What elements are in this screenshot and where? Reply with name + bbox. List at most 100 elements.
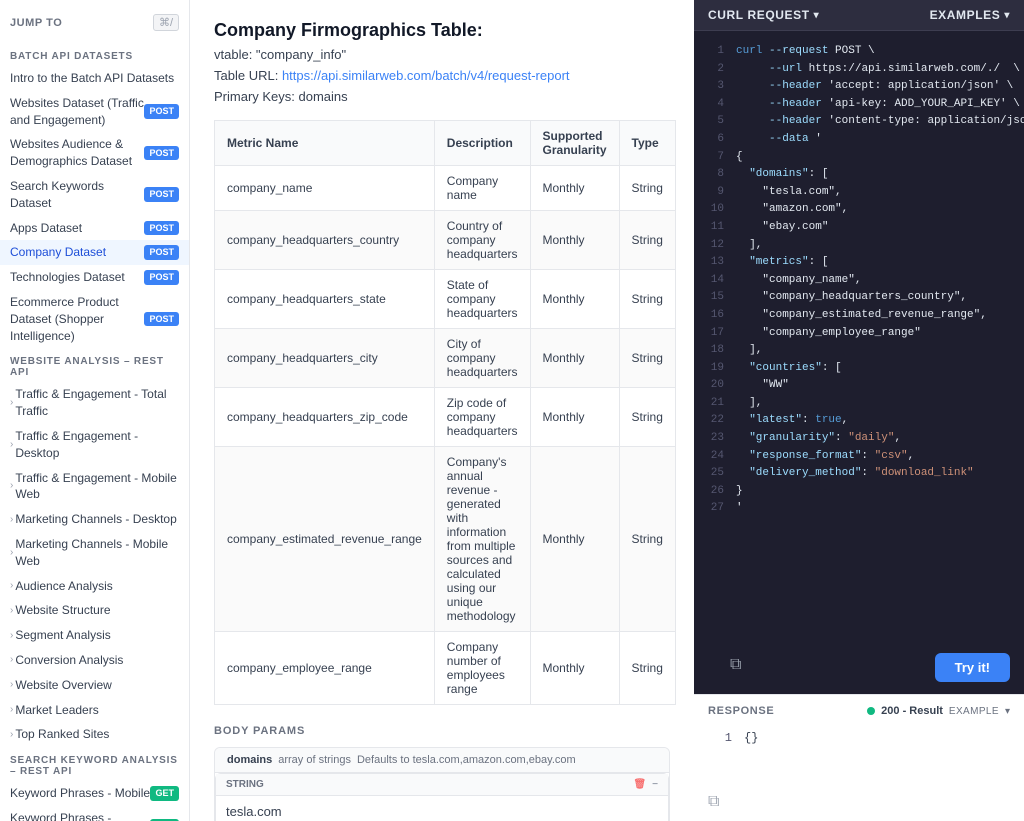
sidebar-arrow-icon: › [10, 728, 13, 742]
line-num-9: 10 [708, 201, 724, 219]
response-panel: RESPONSE 200 - Result EXAMPLE ▾ 1 {} ⧉ [694, 694, 1024, 821]
code-line-26: 27' [708, 500, 1010, 518]
code-line-5: 6 --data ' [708, 131, 1010, 149]
sidebar-item-0-7[interactable]: Ecommerce Product Dataset (Shopper Intel… [0, 290, 189, 348]
table-row: company_estimated_revenue_rangeCompany's… [215, 447, 676, 632]
sidebar-item-label-0-2: Websites Audience & Demographics Dataset [10, 136, 144, 170]
table-cell-6-1: Company number of employees range [434, 632, 530, 705]
string-section-0: STRING🗑− [215, 773, 669, 821]
sidebar-item-0-3[interactable]: Search Keywords DatasetPOST [0, 174, 189, 216]
sidebar-badge-0-4: POST [144, 221, 179, 236]
sidebar-arrow-icon: › [10, 513, 13, 527]
table-cell-0-1: Company name [434, 166, 530, 211]
code-text-0: curl --request POST \ [736, 43, 1010, 61]
sidebar-item-1-6[interactable]: › Website Structure [0, 598, 189, 623]
sidebar-item-0-0[interactable]: Intro to the Batch API Datasets [0, 66, 189, 91]
sidebar-arrow-icon: › [10, 438, 13, 452]
code-text-25: } [736, 483, 1010, 501]
sidebar-badge-0-2: POST [144, 146, 179, 161]
sidebar-arrow-icon: › [10, 579, 13, 593]
code-text-4: --header 'content-type: application/json… [736, 113, 1024, 131]
code-line-13: 14 "company_name", [708, 272, 1010, 290]
line-num-5: 6 [708, 131, 724, 149]
code-line-17: 18 ], [708, 342, 1010, 360]
sidebar-item-1-11[interactable]: › Top Ranked Sites [0, 722, 189, 747]
response-chevron-icon: ▾ [1005, 706, 1010, 717]
string-input-0[interactable] [226, 804, 658, 819]
line-num-13: 14 [708, 272, 724, 290]
examples-button[interactable]: EXAMPLES ▾ [930, 8, 1010, 22]
sidebar-item-0-6[interactable]: Technologies DatasetPOST [0, 265, 189, 290]
sidebar-item-label-0-1: Websites Dataset (Traffic and Engagement… [10, 95, 144, 129]
sidebar-sections: BATCH API DATASETSIntro to the Batch API… [0, 43, 189, 821]
table-cell-6-3: String [619, 632, 675, 705]
copy-code-button[interactable]: ⧉ [722, 652, 749, 678]
sidebar-arrow-icon: › [10, 479, 13, 493]
table-head: Metric NameDescriptionSupported Granular… [215, 121, 676, 166]
right-panel: CURL REQUEST ▾ EXAMPLES ▾ 1curl --reques… [694, 0, 1024, 821]
sidebar-item-label-0-7: Ecommerce Product Dataset (Shopper Intel… [10, 294, 144, 344]
trash-icon[interactable]: 🗑 [633, 779, 646, 790]
try-it-button[interactable]: Try it! [935, 653, 1010, 682]
sidebar-item-1-3[interactable]: › Marketing Channels - Desktop [0, 507, 189, 532]
table-row: company_headquarters_cityCity of company… [215, 329, 676, 388]
sidebar-item-1-0[interactable]: › Traffic & Engagement - Total Traffic [0, 382, 189, 424]
table-url-link[interactable]: https://api.similarweb.com/batch/v4/requ… [282, 68, 570, 83]
sidebar-item-label-1-5: Audience Analysis [15, 578, 179, 595]
sidebar-section-header-2: SEARCH KEYWORD ANALYSIS – REST API [0, 747, 189, 781]
table-url-row: Table URL: https://api.similarweb.com/ba… [214, 68, 670, 83]
table-cell-1-2: Monthly [530, 211, 619, 270]
sidebar-item-1-7[interactable]: › Segment Analysis [0, 623, 189, 648]
minus-icon[interactable]: − [652, 779, 658, 790]
domains-param-section: domains array of strings Defaults to tes… [214, 747, 670, 821]
sidebar-item-1-2[interactable]: › Traffic & Engagement - Mobile Web [0, 466, 189, 508]
line-num-10: 11 [708, 219, 724, 237]
code-line-23: 24 "response_format": "csv", [708, 448, 1010, 466]
table-cell-0-2: Monthly [530, 166, 619, 211]
sidebar-section-header-1: WEBSITE ANALYSIS – REST API [0, 348, 189, 382]
code-line-11: 12 ], [708, 237, 1010, 255]
jump-to-bar: JUMP TO ⌘/ [0, 10, 189, 35]
response-copy-button[interactable]: ⧉ [708, 793, 719, 811]
table-cell-2-1: State of company headquarters [434, 270, 530, 329]
sidebar-badge-0-7: POST [144, 312, 179, 327]
table-cell-3-0: company_headquarters_city [215, 329, 435, 388]
sidebar-item-1-9[interactable]: › Website Overview [0, 673, 189, 698]
code-line-24: 25 "delivery_method": "download_link" [708, 465, 1010, 483]
code-line-19: 20 "WW" [708, 377, 1010, 395]
sidebar-item-2-0[interactable]: Keyword Phrases - MobileGET [0, 781, 189, 806]
sidebar-item-0-2[interactable]: Websites Audience & Demographics Dataset… [0, 132, 189, 174]
code-line-2: 3 --header 'accept: application/json' \ [708, 78, 1010, 96]
line-num-11: 12 [708, 237, 724, 255]
sidebar-item-0-1[interactable]: Websites Dataset (Traffic and Engagement… [0, 91, 189, 133]
sidebar-item-1-1[interactable]: › Traffic & Engagement - Desktop [0, 424, 189, 466]
code-text-6: { [736, 149, 1010, 167]
table-row: company_headquarters_countryCountry of c… [215, 211, 676, 270]
example-tag: EXAMPLE [949, 706, 999, 717]
jump-to-label: JUMP TO [10, 17, 62, 29]
sidebar-item-0-4[interactable]: Apps DatasetPOST [0, 216, 189, 241]
sidebar-item-1-8[interactable]: › Conversion Analysis [0, 648, 189, 673]
sidebar-item-label-1-4: Marketing Channels - Mobile Web [15, 536, 179, 570]
sidebar-item-label-1-1: Traffic & Engagement - Desktop [15, 428, 179, 462]
sidebar-item-0-5[interactable]: Company DatasetPOST [0, 240, 189, 265]
sidebar-item-2-1[interactable]: Keyword Phrases - DesktopGET [0, 806, 189, 821]
sidebar-badge-2-0: GET [150, 786, 179, 801]
sidebar-arrow-icon: › [10, 396, 13, 410]
sidebar-item-label-0-5: Company Dataset [10, 244, 144, 261]
status-code: 200 - Result [881, 705, 943, 717]
sidebar-item-1-5[interactable]: › Audience Analysis [0, 574, 189, 599]
response-status: 200 - Result EXAMPLE ▾ [867, 705, 1010, 717]
firmographics-table: Metric NameDescriptionSupported Granular… [214, 120, 676, 705]
jump-to-kbd: ⌘/ [153, 14, 179, 31]
page-title: Company Firmographics Table: [214, 20, 670, 41]
line-num-6: 7 [708, 149, 724, 167]
sidebar-item-1-4[interactable]: › Marketing Channels - Mobile Web [0, 532, 189, 574]
code-text-24: "delivery_method": "download_link" [736, 465, 1010, 483]
code-line-21: 22 "latest": true, [708, 412, 1010, 430]
code-text-11: ], [736, 237, 1010, 255]
table-cell-4-3: String [619, 388, 675, 447]
code-text-22: "granularity": "daily", [736, 430, 1010, 448]
table-cell-2-0: company_headquarters_state [215, 270, 435, 329]
sidebar-item-1-10[interactable]: › Market Leaders [0, 698, 189, 723]
